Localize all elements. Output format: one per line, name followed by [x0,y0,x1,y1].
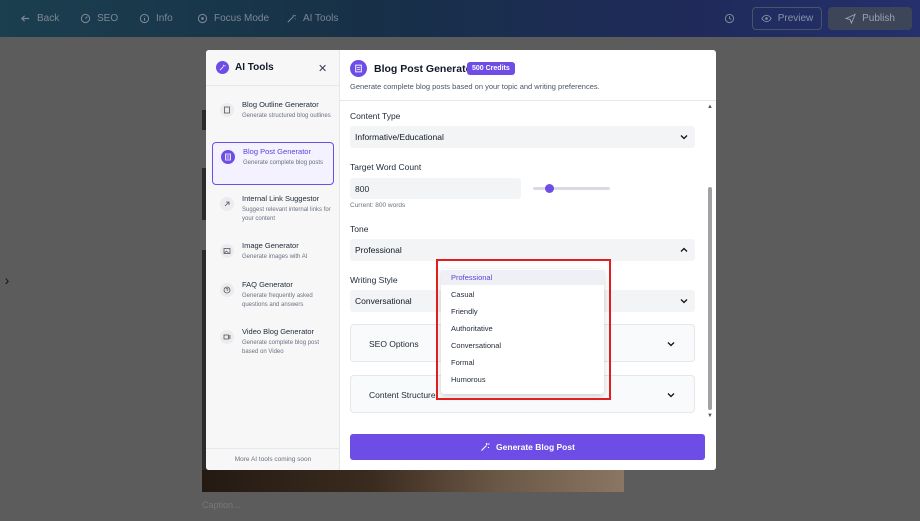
tool-desc: Generate complete blog post based on Vid… [242,340,320,355]
chevron-down-icon [680,135,688,140]
preview-label: Preview [777,13,814,24]
document-icon [221,150,235,164]
chevron-up-icon [680,247,688,252]
content-type-value: Informative/Educational [355,132,444,142]
writing-style-value: Conversational [355,296,412,306]
image-icon [220,244,234,258]
tool-image-generator[interactable]: Image Generator Generate images with AI [212,237,334,280]
tone-select[interactable]: Professional [350,239,695,261]
arrow-left-icon [20,15,30,22]
ai-sparkle-icon [216,61,229,74]
header-divider [340,100,716,101]
ai-tools-sidebar: AI Tools ✕ Blog Outline Generator Genera… [206,50,340,470]
chevron-right-icon[interactable]: › [0,262,14,298]
tool-desc: Generate complete blog posts [243,160,324,166]
tool-name: FAQ Generator [242,280,293,289]
back-label: Back [37,13,60,24]
content-structure-label: Content Structure [369,390,436,400]
tool-name: Internal Link Suggestor [242,194,320,203]
word-count-input[interactable]: 800 [350,178,521,199]
video-icon [220,330,234,344]
annotation-highlight-box [436,259,611,400]
sidebar-footer: More AI tools coming soon [206,448,340,470]
generate-blog-post-button[interactable]: Generate Blog Post [350,434,705,460]
content-type-select[interactable]: Informative/Educational [350,126,695,148]
tool-desc: Generate structured blog outlines [242,113,331,119]
send-icon [845,13,857,24]
generate-button-label: Generate Blog Post [496,442,575,452]
caption-input[interactable]: Caption... [202,500,241,510]
focus-mode-button[interactable]: Focus Mode [197,0,269,37]
top-toolbar: Back SEO Info Focus Mode AI Tools Previe… [0,0,920,37]
panel-title: Blog Post Generator [374,63,477,75]
magic-wand-icon [287,14,297,23]
preview-button[interactable]: Preview [752,7,822,30]
tool-blog-post-generator[interactable]: Blog Post Generator Generate complete bl… [212,142,334,185]
close-icon[interactable]: ✕ [318,62,327,75]
ai-tools-button[interactable]: AI Tools [286,0,338,37]
panel-subtitle: Generate complete blog posts based on yo… [350,82,600,91]
content-type-label: Content Type [350,111,401,121]
editor-image [202,470,624,492]
word-count-label: Target Word Count [350,162,422,172]
help-circle-icon [220,283,234,297]
eye-icon [761,14,772,23]
magic-wand-icon [481,443,490,451]
word-count-hint: Current: 800 words [350,202,406,209]
publish-label: Publish [862,13,895,24]
chevron-down-icon [667,393,675,398]
seo-button[interactable]: SEO [80,0,118,37]
publish-button[interactable]: Publish [828,7,912,30]
tool-blog-outline-generator[interactable]: Blog Outline Generator Generate structur… [212,96,334,139]
tool-faq-generator[interactable]: FAQ Generator Generate frequently asked … [212,276,334,319]
chevron-down-icon [680,299,688,304]
chevron-down-icon [667,342,675,347]
tool-desc: Generate images with AI [242,254,308,260]
focus-mode-label: Focus Mode [214,13,270,24]
ai-tools-label: AI Tools [303,13,339,24]
history-icon [724,13,735,24]
tone-label: Tone [350,224,369,234]
focus-icon [197,13,208,24]
info-icon [139,13,150,24]
history-button[interactable] [724,0,735,37]
scroll-up-arrow[interactable]: ▲ [707,104,713,110]
tool-internal-link-suggestor[interactable]: Internal Link Suggestor Suggest relevant… [212,190,334,233]
tool-name: Blog Outline Generator [242,100,319,109]
tone-value: Professional [355,245,402,255]
scrollbar-thumb[interactable] [708,187,712,410]
tool-desc: Suggest relevant internal links for your… [242,207,331,222]
tool-desc: Generate frequently asked questions and … [242,293,313,308]
tool-name: Image Generator [242,241,299,250]
tool-video-blog-generator[interactable]: Video Blog Generator Generate complete b… [212,323,334,366]
document-icon [220,103,234,117]
slider-thumb[interactable] [545,184,554,193]
seo-label: SEO [97,13,119,24]
word-count-value: 800 [355,183,370,194]
info-button[interactable]: Info [139,0,173,37]
tool-name: Video Blog Generator [242,327,314,336]
gauge-icon [80,13,91,24]
link-icon [220,197,234,211]
scroll-down-arrow[interactable]: ▼ [707,413,713,419]
writing-style-label: Writing Style [350,275,398,285]
back-button[interactable]: Back [20,0,59,37]
seo-options-label: SEO Options [369,339,419,349]
sidebar-title: AI Tools [235,62,274,73]
info-label: Info [156,13,173,24]
tool-name: Blog Post Generator [243,147,311,156]
credits-badge: 500 Credits [467,62,515,75]
document-icon [350,60,367,77]
